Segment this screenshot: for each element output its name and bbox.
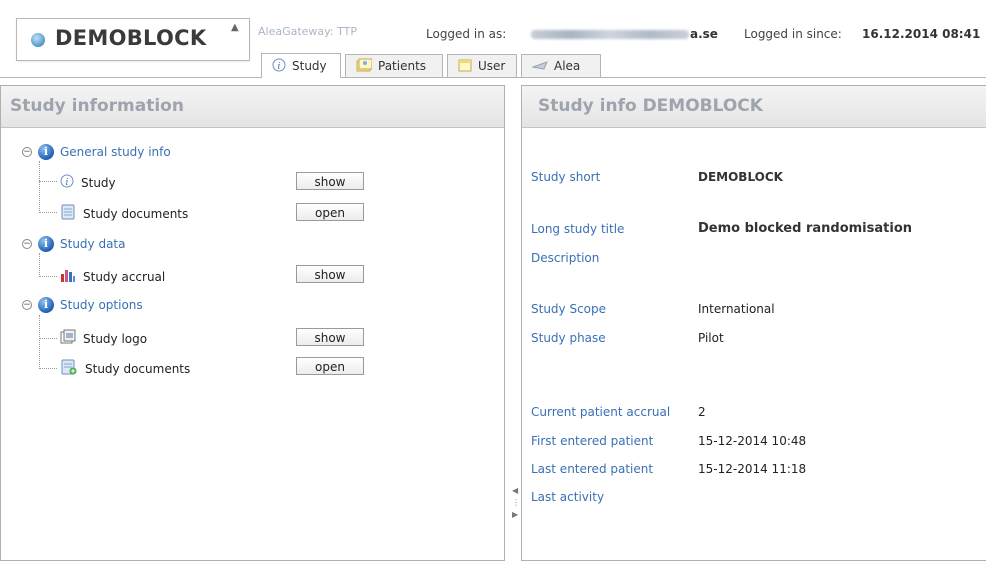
study-short-value: DEMOBLOCK (698, 170, 783, 184)
tree-item-study-accrual[interactable]: Study accrual (60, 268, 165, 285)
show-study-logo-button[interactable]: show (296, 328, 364, 346)
info-icon: i (60, 174, 74, 191)
tab-patients[interactable]: Patients (345, 54, 443, 77)
tree-connector (39, 368, 57, 369)
tree-item-study-logo[interactable]: Study logo (60, 329, 147, 348)
tab-alea[interactable]: Alea (521, 54, 601, 77)
tree-group-label: Study data (60, 237, 126, 251)
user-icon (458, 58, 472, 75)
document-add-icon (60, 359, 78, 378)
gateway-label: AleaGateway: TTP (258, 25, 357, 38)
tree-connector (39, 338, 57, 339)
logged-in-as-label: Logged in as: (426, 27, 507, 41)
last-activity-label: Last activity (531, 490, 605, 504)
tree-item-study-documents[interactable]: Study documents (60, 204, 188, 223)
tree-group-general-study-info[interactable]: − i General study info (22, 144, 171, 160)
panel-title: Study info DEMOBLOCK (522, 86, 986, 128)
logged-in-since-value: 16.12.2014 08:41 (862, 27, 981, 41)
current-patient-accrual-label: Current patient accrual (531, 405, 671, 419)
tree-connector (39, 253, 40, 277)
logo-icon (60, 329, 76, 348)
bar-chart-icon (60, 268, 76, 285)
tree-group-label: Study options (60, 298, 143, 312)
svg-text:i: i (66, 178, 69, 188)
info-icon: i (38, 236, 54, 252)
tree-item-label: Study (81, 175, 116, 190)
document-icon (60, 204, 76, 223)
tab-bar-divider (0, 77, 986, 78)
study-scope-label: Study Scope (531, 302, 607, 316)
open-study-documents-button[interactable]: open (296, 203, 364, 221)
first-entered-patient-value: 15-12-2014 10:48 (698, 434, 807, 448)
patients-icon (356, 58, 373, 75)
user-email-suffix: a.se (690, 27, 718, 41)
collapse-icon[interactable]: − (22, 300, 32, 310)
alea-icon (531, 59, 548, 74)
study-scope-value: International (698, 302, 775, 316)
long-study-title-value: Demo blocked randomisation (698, 221, 912, 236)
tree-item-study-documents-2[interactable]: Study documents (60, 359, 190, 378)
show-study-button[interactable]: show (296, 172, 364, 190)
tab-user[interactable]: User (447, 54, 517, 77)
svg-text:i: i (278, 62, 281, 72)
tree-connector (39, 161, 40, 213)
tree-item-label: Study documents (83, 206, 189, 221)
tree-connector (39, 181, 57, 182)
tree-group-study-data[interactable]: − i Study data (22, 236, 126, 252)
study-phase-value: Pilot (698, 331, 724, 345)
tree-group-study-options[interactable]: − i Study options (22, 297, 143, 313)
panel-splitter-handle[interactable]: ◀ ⋮ ▶ (512, 485, 520, 521)
pin-icon[interactable]: ▲ (231, 22, 239, 33)
app-logo-icon (31, 33, 45, 47)
app-logo-box: DEMOBLOCK ▲ (16, 18, 250, 61)
study-short-label: Study short (531, 170, 601, 184)
info-icon: i (272, 58, 286, 75)
last-entered-patient-value: 15-12-2014 11:18 (698, 462, 807, 476)
info-icon: i (38, 144, 54, 160)
first-entered-patient-label: First entered patient (531, 434, 654, 448)
collapse-icon[interactable]: − (22, 239, 32, 249)
tab-label: User (478, 59, 506, 73)
tree-connector (39, 276, 57, 277)
tree-item-label: Study accrual (83, 269, 166, 284)
user-email-blurred (531, 30, 689, 39)
tree-item-label: Study documents (85, 361, 191, 376)
tab-label: Patients (378, 59, 427, 73)
info-icon: i (38, 297, 54, 313)
tree-item-label: Study logo (83, 331, 148, 346)
open-study-documents-2-button[interactable]: open (296, 357, 364, 375)
last-entered-patient-label: Last entered patient (531, 462, 654, 476)
description-label: Description (531, 251, 600, 265)
show-study-accrual-button[interactable]: show (296, 265, 364, 283)
tree-group-label: General study info (60, 145, 171, 159)
study-phase-label: Study phase (531, 331, 606, 345)
tree-connector (39, 212, 57, 213)
panel-title: Study information (1, 86, 504, 128)
tab-label: Alea (554, 59, 581, 73)
app-name: DEMOBLOCK (55, 26, 207, 50)
tree-connector (39, 315, 40, 369)
long-study-title-label: Long study title (531, 222, 625, 236)
tab-study[interactable]: i Study (261, 53, 341, 78)
collapse-icon[interactable]: − (22, 147, 32, 157)
current-patient-accrual-value: 2 (698, 405, 706, 419)
tab-label: Study (292, 59, 327, 73)
logged-in-since-label: Logged in since: (744, 27, 842, 41)
tree-item-study[interactable]: i Study (60, 174, 116, 191)
